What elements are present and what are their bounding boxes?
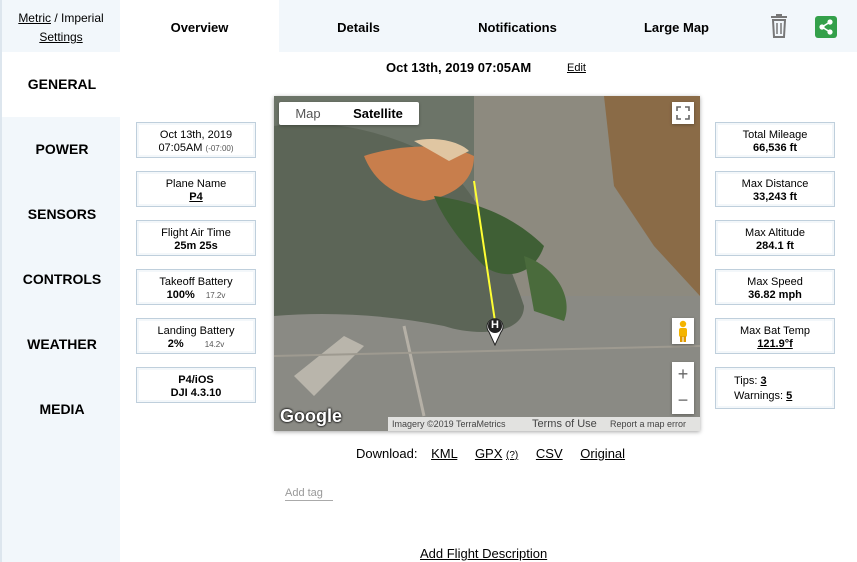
flight-timezone: (-07:00)	[205, 144, 234, 153]
max-bat-temp-label: Max Bat Temp	[739, 325, 811, 337]
flight-date-title: Oct 13th, 2019 07:05AM	[386, 60, 532, 75]
flight-time: 07:05AM	[158, 142, 203, 154]
flight-map[interactable]: Map Satellite H + − Google Imagery ©2019 …	[274, 96, 700, 431]
takeoff-battery-card: Takeoff Battery 100% 17.2v	[136, 269, 256, 305]
takeoff-battery-label: Takeoff Battery	[159, 276, 233, 288]
takeoff-battery-volt: 17.2v	[205, 291, 226, 300]
units-separator: /	[50, 11, 61, 25]
map-attribution: Imagery ©2019 TerraMetrics Terms of Use …	[388, 417, 700, 431]
landing-battery-volt: 14.2v	[204, 340, 225, 349]
tab-large-map[interactable]: Large Map	[597, 0, 756, 52]
plane-name-label: Plane Name	[165, 178, 227, 190]
zoom-out-button[interactable]: −	[672, 388, 694, 414]
max-speed-card: Max Speed 36.82 mph	[715, 269, 835, 305]
download-kml-link[interactable]: KML	[431, 446, 457, 461]
air-time-card: Flight Air Time 25m 25s	[136, 220, 256, 256]
app-version-card: P4/iOS DJI 4.3.10	[136, 367, 256, 403]
tab-overview[interactable]: Overview	[120, 0, 279, 52]
download-row: Download: KML GPX (?) CSV Original	[356, 446, 625, 461]
add-tag-input[interactable]: Add tag	[285, 487, 333, 501]
imagery-credit: Imagery ©2019 TerraMetrics	[392, 419, 506, 429]
settings-link[interactable]: Settings	[39, 30, 82, 44]
plane-name-link[interactable]: P4	[137, 191, 255, 203]
download-label: Download:	[356, 446, 418, 461]
gpx-help-link[interactable]: (?)	[506, 450, 518, 461]
total-mileage-label: Total Mileage	[742, 129, 808, 141]
air-time-label: Flight Air Time	[161, 227, 231, 239]
sidebar-item-weather[interactable]: WEATHER	[2, 312, 122, 377]
report-map-error-link[interactable]: Report a map error	[610, 417, 686, 431]
sidebar-item-media[interactable]: MEDIA	[2, 377, 122, 442]
download-original-link[interactable]: Original	[580, 446, 625, 461]
fullscreen-icon	[676, 106, 690, 120]
max-bat-temp-link[interactable]: 121.9°f	[716, 338, 834, 350]
sidebar-item-power[interactable]: POWER	[2, 117, 122, 182]
warnings-label: Warnings:	[734, 390, 784, 402]
street-view-button[interactable]	[672, 318, 694, 344]
edit-date-link[interactable]: Edit	[567, 62, 586, 74]
takeoff-battery-value: 100%	[166, 289, 195, 301]
tips-label: Tips:	[734, 375, 758, 387]
zoom-in-button[interactable]: +	[672, 362, 694, 388]
max-speed-value: 36.82 mph	[748, 289, 802, 301]
map-type-map-button[interactable]: Map	[279, 102, 337, 125]
google-logo: Google	[280, 406, 342, 426]
app-version: DJI 4.3.10	[170, 387, 222, 399]
max-distance-label: Max Distance	[741, 178, 809, 190]
pegman-icon	[679, 320, 687, 342]
share-button[interactable]	[815, 16, 837, 38]
landing-battery-card: Landing Battery 2% 14.2v	[136, 318, 256, 354]
total-mileage-card: Total Mileage 66,536 ft	[715, 122, 835, 158]
sidebar-item-general[interactable]: GENERAL	[2, 52, 122, 117]
add-flight-description-link[interactable]: Add Flight Description	[420, 546, 547, 561]
sidebar-item-sensors[interactable]: SENSORS	[2, 182, 122, 247]
map-type-satellite-button[interactable]: Satellite	[337, 102, 419, 125]
map-type-control: Map Satellite	[279, 102, 419, 125]
terms-of-use-link[interactable]: Terms of Use	[532, 417, 597, 431]
tips-card: Tips: 3 Warnings: 5	[715, 367, 835, 409]
metric-link[interactable]: Metric	[18, 11, 51, 25]
max-altitude-card: Max Altitude 284.1 ft	[715, 220, 835, 256]
landing-battery-value: 2%	[167, 338, 184, 350]
landing-battery-label: Landing Battery	[157, 325, 235, 337]
max-bat-temp-card: Max Bat Temp 121.9°f	[715, 318, 835, 354]
sidebar: Metric / Imperial Settings GENERAL POWER…	[0, 0, 122, 562]
app-platform: P4/iOS	[178, 374, 214, 386]
download-csv-link[interactable]: CSV	[536, 446, 563, 461]
flight-date: Oct 13th, 2019	[159, 129, 233, 141]
share-icon	[819, 19, 833, 35]
datetime-card: Oct 13th, 2019 07:05AM (-07:00)	[136, 122, 256, 158]
home-marker-label: H	[491, 319, 499, 331]
warnings-count-link[interactable]: 5	[786, 390, 792, 402]
trash-icon[interactable]	[766, 13, 792, 39]
units-switcher: Metric / Imperial Settings	[2, 0, 122, 52]
tab-notifications[interactable]: Notifications	[438, 0, 597, 52]
total-mileage-value: 66,536 ft	[752, 142, 798, 154]
plane-name-card: Plane Name P4	[136, 171, 256, 207]
zoom-control: + −	[672, 362, 694, 414]
max-distance-value: 33,243 ft	[752, 191, 798, 203]
sidebar-item-controls[interactable]: CONTROLS	[2, 247, 122, 312]
fullscreen-button[interactable]	[672, 102, 694, 124]
imperial-label[interactable]: Imperial	[61, 11, 104, 25]
max-altitude-label: Max Altitude	[745, 227, 805, 239]
air-time-value: 25m 25s	[174, 240, 218, 252]
tips-count-link[interactable]: 3	[761, 375, 767, 387]
max-speed-label: Max Speed	[747, 276, 803, 288]
download-gpx-link[interactable]: GPX	[475, 446, 502, 461]
max-altitude-value: 284.1 ft	[756, 240, 794, 252]
tab-bar: Overview Details Notifications Large Map	[120, 0, 857, 52]
satellite-imagery	[274, 96, 700, 431]
max-distance-card: Max Distance 33,243 ft	[715, 171, 835, 207]
tab-details[interactable]: Details	[279, 0, 438, 52]
sidebar-nav: GENERAL POWER SENSORS CONTROLS WEATHER M…	[2, 52, 122, 442]
